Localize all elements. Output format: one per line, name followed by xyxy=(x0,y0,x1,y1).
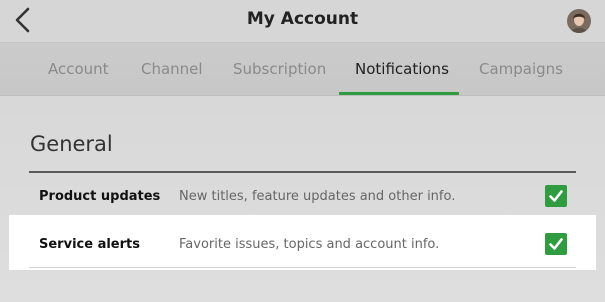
checkmark-icon xyxy=(549,238,563,250)
tab-campaigns[interactable]: Campaigns xyxy=(479,60,563,78)
row-description: New titles, feature updates and other in… xyxy=(179,189,456,204)
tab-channel[interactable]: Channel xyxy=(141,60,203,78)
user-avatar-icon xyxy=(567,9,591,33)
notification-row-product-updates: Product updates New titles, feature upda… xyxy=(29,173,576,220)
avatar[interactable] xyxy=(567,9,591,33)
row-label: Service alerts xyxy=(39,237,140,252)
tab-account[interactable]: Account xyxy=(48,60,109,78)
tab-bar: Account Channel Subscription Notificatio… xyxy=(0,43,605,96)
page-title: My Account xyxy=(246,9,359,29)
top-bar: My Account xyxy=(0,0,605,43)
row-description: Favorite issues, topics and account info… xyxy=(179,237,440,252)
section-title: General xyxy=(30,132,113,156)
tab-subscription[interactable]: Subscription xyxy=(233,60,326,78)
service-alerts-checkbox[interactable] xyxy=(545,233,567,255)
tab-notifications[interactable]: Notifications xyxy=(355,60,449,78)
active-tab-indicator xyxy=(339,92,459,95)
checkmark-icon xyxy=(549,190,563,202)
notification-row-service-alerts: Service alerts Favorite issues, topics a… xyxy=(29,221,576,268)
row-label: Product updates xyxy=(39,189,161,204)
product-updates-checkbox[interactable] xyxy=(545,185,567,207)
